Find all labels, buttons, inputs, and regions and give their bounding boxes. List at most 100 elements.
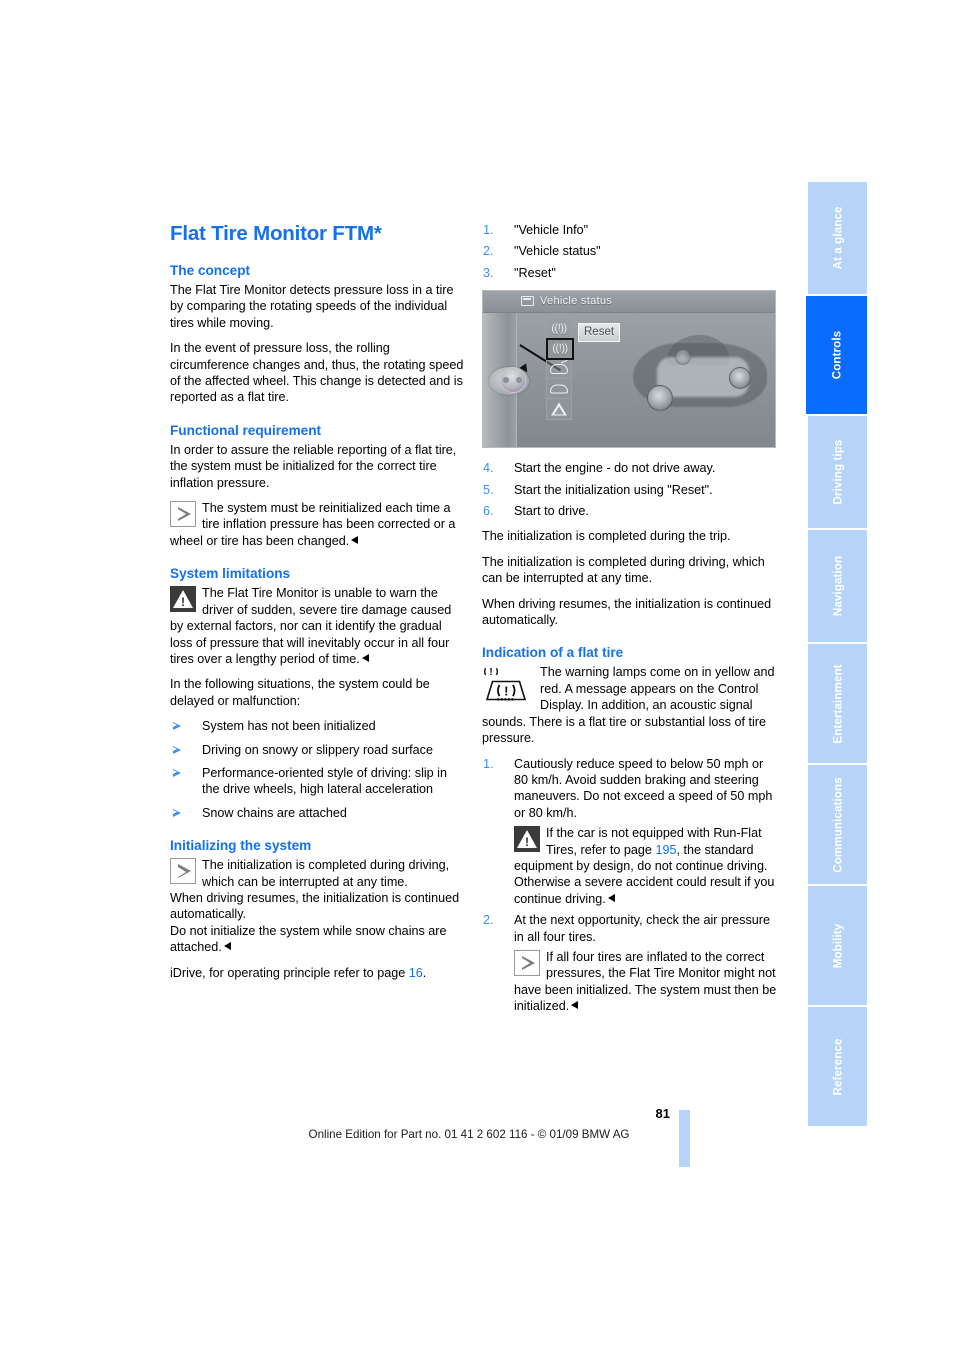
triangle-bullet-icon [173,768,181,777]
warning-icon [547,399,571,419]
concept-paragraph-1: The Flat Tire Monitor detects pressure l… [170,283,454,330]
idrive-reference-paragraph: iDrive, for operating principle refer to… [170,965,427,980]
note-block-initializing: The initialization is completed during d… [170,857,466,955]
reset-tooltip[interactable]: Reset [578,323,621,343]
vehicle-status-header-icon [521,296,534,307]
tire-pressure-icon-1: ((!)) [547,319,571,340]
tab-mobility[interactable]: Mobility [808,886,867,1005]
section-heading-functional-requirement: Functional requirement [170,422,322,438]
tab-reference[interactable]: Reference [808,1007,867,1126]
idrive-header-title: Vehicle status [540,295,613,308]
warning-icon: ! [514,826,540,853]
tab-communications[interactable]: Communications [808,765,867,884]
limitations-bullet-list: System has not been initialized Driving … [170,718,466,821]
note-icon [170,858,196,885]
tire-pressure-symbol: ! [485,681,527,702]
list-item: 2. "Vehicle status" [483,244,601,259]
list-item: 2. At the next opportunity, check the ai… [483,913,778,1015]
initialization-driving-paragraph: The initialization is completed during d… [482,554,765,586]
tab-label: Mobility [831,923,844,968]
note-block-reinitialize: The system must be reinitialized each ti… [170,500,466,549]
page-reference-link[interactable]: 16 [409,966,423,980]
list-item: Performance-oriented style of driving: s… [170,765,466,798]
page-number: 81 [655,1106,670,1121]
idrive-display-screenshot: Vehicle status ((!)) ((!)) Reset [482,290,776,449]
idrive-steps-top: 1. "Vehicle Info" 2. "Vehicle status" 3. "R… [482,222,778,281]
tab-label: Driving tips [831,439,844,505]
manual-page: Flat Tire Monitor FTM* The concept The F… [0,0,954,1350]
tab-at-a-glance[interactable]: At a glance [808,182,867,294]
tab-driving-tips[interactable]: Driving tips [808,416,867,528]
oil-can-glyph [550,363,568,374]
end-of-note-marker [571,1001,579,1010]
exclamation-glyph: ! [181,595,185,610]
tab-entertainment[interactable]: Entertainment [808,644,867,763]
tab-label: Entertainment [831,663,844,744]
warning-text: If the car is not equipped with Run-Flat… [514,826,775,906]
note-text: If all four tires are inflated to the co… [514,949,777,1014]
tab-navigation[interactable]: Navigation [808,530,867,642]
idrive-header-bar: Vehicle status [483,291,775,314]
step-number: 2. [483,244,494,259]
page-reference-link[interactable]: 195 [655,843,676,857]
functional-requirement-paragraph: In order to assure the reliable reportin… [170,442,457,490]
step-number: 3. [483,265,494,280]
end-of-warning-marker [361,653,369,662]
note-text-continued: When driving resumes, the initialization… [170,890,460,922]
list-item: 4. Start the engine - do not drive away. [483,461,716,476]
initialization-trip-paragraph: The initialization is completed during t… [482,529,731,544]
list-item: System has not been initialized [170,718,466,734]
page-title: Flat Tire Monitor FTM* [170,222,382,245]
tab-label: At a glance [831,206,844,270]
chapter-tab-rail: At a glance Controls Driving tips Naviga… [806,182,868,1128]
lamp-exclamation: ! [504,684,508,699]
tab-label: Reference [831,1038,844,1095]
triangle-bullet-icon [173,745,181,754]
step-number: 6. [483,504,494,519]
end-of-note-marker [223,942,231,951]
warning-block-run-flat: ! If the car is not equipped with Run-Fl… [514,825,778,907]
left-column: Flat Tire Monitor FTM* The concept The F… [170,222,466,990]
note-icon [514,949,540,976]
triangle-bullet-icon [173,808,181,817]
flat-tire-action-steps: 1. Cautiously reduce speed to below 50 m… [482,756,778,1015]
list-item: 3. "Reset" [483,265,556,280]
step-number: 2. [483,913,494,928]
note-icon [170,501,196,528]
list-item: 5. Start the initialization using "Reset"… [483,482,713,497]
note-block-inflated-tires: If all four tires are inflated to the co… [514,949,778,1015]
small-lamp-exclamation: ! [489,668,492,679]
section-heading-system-limitations: System limitations [170,566,291,582]
tire-pressure-icon-2-selected[interactable]: ((!)) [546,338,574,361]
step-number: 1. [483,223,494,237]
initialization-resume-paragraph: When driving resumes, the initialization… [482,596,772,628]
warning-lamp-block: ! ! The warning lamps come on in yellow … [482,664,778,746]
step-number: 4. [483,461,494,476]
note-text: The initialization is completed during d… [202,858,450,889]
section-heading-initializing-the-system: Initializing the system [170,838,312,854]
list-item: 1. Cautiously reduce speed to below 50 m… [482,756,778,908]
oil-level-icon [547,359,571,380]
note-text: The system must be reinitialized each ti… [170,501,456,548]
limitations-intro: In the following situations, the system … [170,677,430,708]
warning-icon: ! [170,586,196,613]
note-text-snow-chains: Do not initialize the system while snow … [170,923,447,955]
end-of-note-marker [351,535,359,544]
list-item: 1. "Vehicle Info" [483,223,589,237]
tab-label: Navigation [831,555,844,617]
tab-controls[interactable]: Controls [806,296,867,414]
warning-lamp-svg: ! ! [484,668,527,702]
warning-block-system-limitations: ! The Flat Tire Monitor is unable to war… [170,585,466,667]
vehicle-icon [547,379,571,400]
tire-pressure-warning-lamp-icon: ! ! [482,665,534,709]
step-number: 5. [483,482,494,497]
tire-glyph: ((!)) [551,322,567,335]
exclamation-glyph: ! [525,835,529,850]
warning-triangle-glyph [551,402,567,416]
end-of-warning-marker [607,893,615,902]
section-heading-indication-of-a-flat-tire: Indication of a flat tire [482,645,624,661]
warning-text: The Flat Tire Monitor is unable to warn … [170,586,452,666]
list-item: Driving on snowy or slippery road surfac… [170,742,466,758]
step-number: 1. [483,756,494,771]
concept-paragraph-2: In the event of pressure loss, the rolli… [170,341,464,405]
